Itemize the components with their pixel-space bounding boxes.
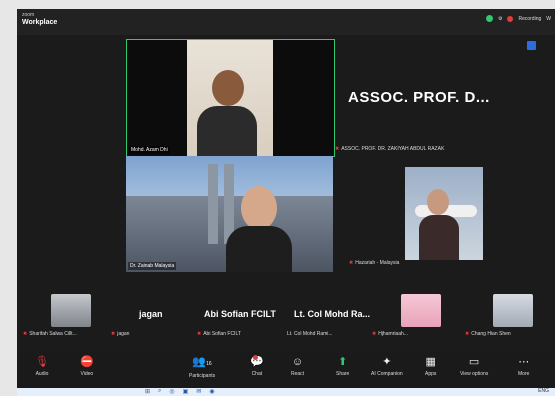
apps-button[interactable]: ▦ Apps bbox=[425, 356, 436, 377]
participant-head bbox=[212, 70, 244, 106]
participants-icon: 👥16 bbox=[192, 356, 212, 368]
active-speaker-label: ✖ ASSOC. PROF. DR. ZAKIYAH ABDUL RAZAK bbox=[335, 146, 445, 152]
video-tile-hazariah[interactable] bbox=[405, 167, 483, 260]
view-options-button[interactable]: ▭ View options bbox=[460, 356, 488, 377]
participant-name: Mohd. Azam Dhi bbox=[129, 146, 170, 154]
audio-button[interactable]: 🎙 Audio bbox=[35, 356, 49, 377]
strip-label: ✖ jagan bbox=[111, 331, 130, 337]
participant-body bbox=[419, 215, 459, 260]
more-icon: ⋯ bbox=[518, 356, 530, 368]
video-tile-host[interactable]: Mohd. Azam Dhi bbox=[126, 39, 335, 157]
taskbar-icons: ⊞ ⌕ ◎ ▣ ✉ ◉ bbox=[145, 388, 215, 395]
share-button[interactable]: ⬆ Share bbox=[336, 356, 349, 377]
video-button[interactable]: ⛔ Video bbox=[80, 356, 94, 377]
security-icon[interactable] bbox=[485, 15, 493, 22]
participant-body bbox=[226, 226, 292, 272]
start-icon[interactable]: ⊞ bbox=[145, 388, 150, 395]
thumbnail-hjhamriaah[interactable] bbox=[401, 294, 441, 327]
strip-name-big: jagan bbox=[139, 309, 163, 319]
strip-label: ✖ Abi Sofian FCILT bbox=[197, 331, 241, 337]
settings-icon[interactable]: ⚙ bbox=[498, 16, 502, 22]
react-button[interactable]: ☺ React bbox=[291, 356, 304, 377]
apps-icon: ▦ bbox=[425, 356, 436, 368]
gallery-view-icon[interactable] bbox=[527, 41, 536, 50]
ai-companion-icon: ✦ bbox=[382, 356, 392, 368]
mic-off-icon: ✖ bbox=[197, 331, 202, 337]
mail-icon[interactable]: ✉ bbox=[196, 388, 201, 395]
system-tray[interactable]: ENG bbox=[538, 388, 549, 394]
ai-companion-button[interactable]: ✦ AI Companion bbox=[371, 356, 403, 377]
mic-off-icon: ✖ bbox=[23, 331, 28, 337]
strip-name-big: Abi Sofian FCILT bbox=[204, 309, 276, 319]
windows-taskbar: ⊞ ⌕ ◎ ▣ ✉ ◉ ENG bbox=[17, 388, 555, 396]
participants-button[interactable]: 👥16 Participants bbox=[189, 356, 215, 379]
view-options-icon: ▭ bbox=[468, 356, 480, 368]
chat-badge bbox=[253, 355, 258, 360]
strip-label: ✖ Sharifah Salwa Cillt... bbox=[23, 331, 77, 337]
zoom-window: zoom Workplace ⚙ Recording W Mohd. Azam … bbox=[17, 9, 555, 396]
mic-off-icon: ✖ bbox=[372, 331, 377, 337]
mic-off-icon: ✖ bbox=[349, 260, 354, 266]
view-label[interactable]: W bbox=[546, 16, 551, 22]
strip-name-big: Lt. Col Mohd Ra... bbox=[294, 309, 370, 319]
video-off-icon: ⛔ bbox=[80, 356, 94, 368]
share-icon: ⬆ bbox=[338, 356, 348, 368]
meeting-toolbar: 🎙 Audio ⛔ Video 👥16 Participants 💬 Chat … bbox=[17, 352, 555, 388]
search-icon[interactable]: ⌕ bbox=[158, 388, 161, 395]
mic-off-icon: ✖ bbox=[111, 331, 116, 337]
mic-muted-icon: 🎙 bbox=[35, 356, 49, 368]
participant-head bbox=[241, 186, 277, 230]
app-title: Workplace bbox=[22, 19, 58, 26]
chat-button[interactable]: 💬 Chat bbox=[250, 355, 264, 377]
participant-name: Dr. Zainab Malaysia bbox=[128, 262, 177, 270]
recording-label: Recording bbox=[518, 15, 542, 22]
recording-icon bbox=[507, 15, 514, 22]
more-button[interactable]: ⋯ More bbox=[518, 356, 529, 377]
strip-label: ✖ Hjhamriaah... bbox=[372, 331, 408, 337]
strip-label: ✖ Chang Hian Shen bbox=[465, 331, 511, 337]
mic-off-icon: ✖ bbox=[335, 146, 340, 152]
active-speaker-name: ASSOC. PROF. D... bbox=[348, 89, 490, 106]
participant-head bbox=[427, 189, 449, 215]
zoom-icon[interactable]: ◉ bbox=[209, 388, 214, 395]
strip-label: Lt. Col Mohd Rami... bbox=[287, 331, 333, 337]
tower-left bbox=[208, 164, 218, 244]
status-area: ⚙ Recording W bbox=[485, 15, 551, 22]
app-subtitle: zoom bbox=[22, 12, 35, 18]
title-bar: zoom Workplace ⚙ Recording W bbox=[17, 9, 555, 35]
mic-off-icon: ✖ bbox=[465, 331, 470, 337]
thumbnail-chang[interactable] bbox=[493, 294, 533, 327]
video-tile-zainab[interactable]: Dr. Zainab Malaysia bbox=[126, 156, 333, 272]
thumbnail-sharifah[interactable] bbox=[51, 294, 91, 327]
browser-icon[interactable]: ◎ bbox=[169, 388, 174, 395]
participant-body bbox=[197, 106, 257, 156]
react-icon: ☺ bbox=[291, 356, 304, 368]
folder-icon[interactable]: ▣ bbox=[183, 388, 189, 395]
participant-name: ✖ Hazariah - Malaysia bbox=[349, 260, 400, 266]
